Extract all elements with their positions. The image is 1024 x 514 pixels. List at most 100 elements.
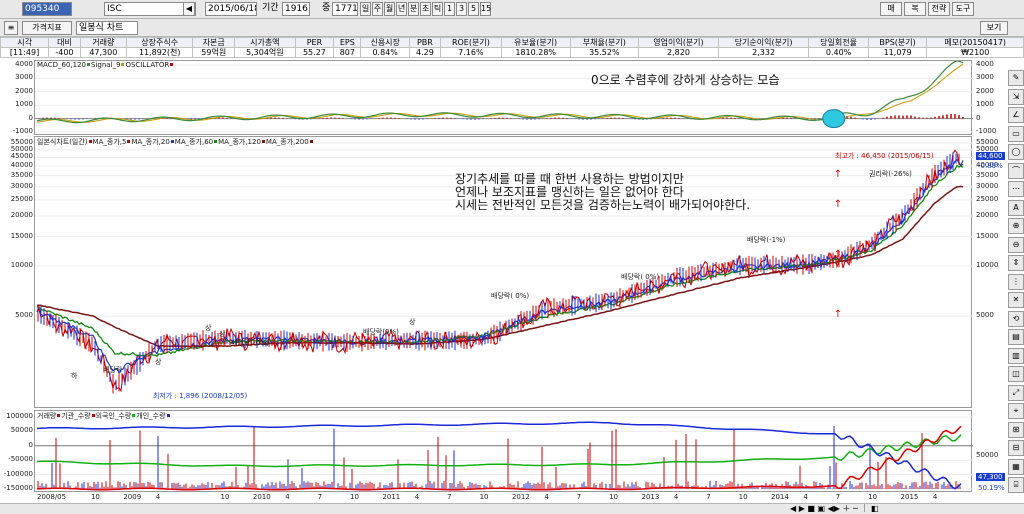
price-y-tick-left-6: 25000 <box>10 194 33 203</box>
quote-header-6: PER <box>294 37 335 48</box>
x-tick-19: 7 <box>706 493 711 501</box>
volume-last-pct: 50.19% <box>978 484 1005 492</box>
tool-icon-18[interactable]: ⌖ <box>1008 403 1024 419</box>
x-tick-6: 4 <box>285 493 290 501</box>
tool-icon-0[interactable]: ✎ <box>1008 70 1024 86</box>
quote-header-14: 당기순이익(분기) <box>717 37 810 48</box>
quote-value-8: 0.84% <box>360 47 410 58</box>
period-button-4[interactable]: 분 <box>408 2 419 16</box>
quote-header-1: 대비 <box>48 37 81 48</box>
arrow-mark-3: ↑ <box>834 249 842 260</box>
x-tick-23: 7 <box>835 493 841 501</box>
tool-icon-1[interactable]: ⇲ <box>1008 88 1024 105</box>
x-tick-10: 4 <box>414 493 420 501</box>
legend-item-0: MACD_60,120 <box>37 61 91 69</box>
volume-y-tick-0: 100000 <box>6 412 33 420</box>
tool-icon-12[interactable]: ✕ <box>1008 292 1024 308</box>
legend-item-3: 개인_수량 <box>136 412 170 420</box>
period-button-0[interactable]: 일 <box>360 2 371 16</box>
macd-y-tick-right-3: 1000 <box>976 100 994 109</box>
stock-code-input[interactable]: 095340 <box>22 2 72 16</box>
macd-panel[interactable]: MACD_60,120 Signal_9 OSCILLATOR 0으로 수렴후에 강… <box>34 60 973 135</box>
tool-icon-13[interactable]: ⟲ <box>1008 310 1024 327</box>
tool-icon-5[interactable]: ⌒ <box>1008 162 1024 179</box>
view-button[interactable]: 보기 <box>980 21 1008 35</box>
period-input[interactable]: 1916 <box>282 2 310 16</box>
annotation-12: 하 <box>71 372 78 380</box>
quote-header-8: 신용시장 <box>360 37 410 48</box>
quote-header-0: 시각 <box>0 37 50 48</box>
tool-icon-15[interactable]: ▥ <box>1008 347 1024 364</box>
price-y-tick-right-4: 35000 <box>976 170 999 179</box>
tool-icon-4[interactable]: ◯ <box>1008 144 1024 160</box>
price-y-tick-right-7: 20000 <box>976 211 999 220</box>
volume-series-line-1 <box>36 421 962 490</box>
tool-icon-7[interactable]: A <box>1008 199 1024 216</box>
volume-panel[interactable]: 거래량 기관_수량 외국인_수량 개인_수량 <box>34 410 973 492</box>
right-button-3[interactable]: 도구 <box>952 2 974 16</box>
annotation-4: 배당락( 0%) <box>491 292 530 300</box>
period-button-6[interactable]: 틱 <box>432 2 443 16</box>
tool-icon-16[interactable]: ◫ <box>1008 366 1024 382</box>
macd-y-tick-left-4: 0 <box>28 113 33 122</box>
toolbar-top: 095340 ISC ◀ 2015/06/18 기간 1916 중 1771 일… <box>0 0 1024 19</box>
period-button-10[interactable]: 15 <box>480 2 491 16</box>
tool-icon-19[interactable]: ⊞ <box>1008 421 1024 438</box>
quote-header-15: 당일회전율 <box>808 37 869 48</box>
period-button-5[interactable]: 초 <box>420 2 431 16</box>
tool-icon-10[interactable]: ⇕ <box>1008 255 1024 271</box>
quote-value-row: [11:49] -400 47,300 11,892(천) 59억원 5,304억원 55.… <box>0 47 1024 58</box>
tool-icon-21[interactable]: ▦ <box>1008 458 1024 475</box>
macd-legend: MACD_60,120 Signal_9 OSCILLATOR <box>37 61 174 69</box>
price-legend: 일본식차트(일간) MA_종가,5 MA_종가,20 MA_종가,60 MA_종가,12… <box>37 137 314 147</box>
x-tick-4: 10 <box>220 493 230 501</box>
right-button-1[interactable]: 복 <box>904 2 926 16</box>
prev-button[interactable]: ◀ <box>183 2 195 16</box>
period-button-1[interactable]: 주 <box>372 2 383 16</box>
quote-value-2: 47,300 <box>79 47 127 58</box>
period-button-8[interactable]: 3 <box>456 2 467 16</box>
tool-icon-9[interactable]: ⊖ <box>1008 236 1024 253</box>
arrow-mark-1: ↑ <box>834 169 842 180</box>
right-button-2[interactable]: 전략 <box>928 2 950 16</box>
macd-y-tick-right-1: 3000 <box>976 73 994 82</box>
period-button-7[interactable]: 1 <box>444 2 455 16</box>
volume-y-tick-2: 0 <box>28 440 33 449</box>
tool-icon-17[interactable]: ⤢ <box>1008 384 1024 401</box>
x-tick-13: 2012 <box>511 493 530 501</box>
right-button-0[interactable]: 매 <box>880 2 902 16</box>
tool-icon-6[interactable]: ⋯ <box>1008 181 1024 197</box>
menu-icon[interactable]: ≡ <box>4 21 18 35</box>
tool-icon-11[interactable]: ⋮ <box>1008 273 1024 290</box>
volume-last-value: 47,300 <box>976 473 1005 481</box>
period-button-9[interactable]: 5 <box>468 2 479 16</box>
annotation-7: 권리락(-26%) <box>869 170 912 178</box>
annotation-3: 배당락( 0%) <box>621 273 660 281</box>
date-input[interactable]: 2015/06/18 <box>205 2 257 16</box>
price-panel[interactable]: ↑ ↑ ↑ ↑ 일본식차트(일간) MA_종가,5 MA_종가,20 MA_종가,60 MA_… <box>34 136 973 408</box>
period-button-3[interactable]: 년 <box>396 2 407 16</box>
quote-value-16: 11,079 <box>867 47 928 58</box>
tool-icon-2[interactable]: ∠ <box>1008 107 1024 123</box>
zoom-controls[interactable]: ◀ ▶ ■ ▣ ◀▶ ＋ ─ ｜ ◧ <box>790 504 878 514</box>
tool-icon-20[interactable]: ⊟ <box>1008 440 1024 456</box>
scroll-bar[interactable]: ◀ ▶ ■ ▣ ◀▶ ＋ ─ ｜ ◧ <box>0 503 1024 514</box>
price-y-tick-left-4: 35000 <box>10 170 33 179</box>
tool-icon-22[interactable]: ⌸ <box>1008 477 1024 493</box>
indicator-button[interactable]: 가격지표 <box>22 21 72 35</box>
period-button-2[interactable]: 월 <box>384 2 395 16</box>
count-input[interactable]: 1771 <box>332 2 358 16</box>
quote-value-1: -400 <box>48 47 81 58</box>
macd-y-tick-left-5: -1000 <box>12 127 33 135</box>
macd-y-tick-left-3: 1000 <box>15 100 33 109</box>
quote-header-3: 상장주식수 <box>125 37 194 48</box>
toolbar-bottom: ≡ 가격지표 일봉식 차트 보기 <box>0 19 1024 37</box>
chart-type-select[interactable]: 일봉식 차트 <box>76 21 138 35</box>
x-tick-16: 10 <box>609 493 619 501</box>
legend-item-2: 외국인_수량 <box>96 412 137 420</box>
tool-icon-3[interactable]: ▭ <box>1008 125 1024 142</box>
price-y-tick-right-9: 10000 <box>976 261 999 270</box>
high-price-label: 최고가 : 46,450 (2015/06/15) <box>835 152 934 160</box>
tool-icon-14[interactable]: ▤ <box>1008 329 1024 345</box>
tool-icon-8[interactable]: ⊕ <box>1008 218 1024 234</box>
